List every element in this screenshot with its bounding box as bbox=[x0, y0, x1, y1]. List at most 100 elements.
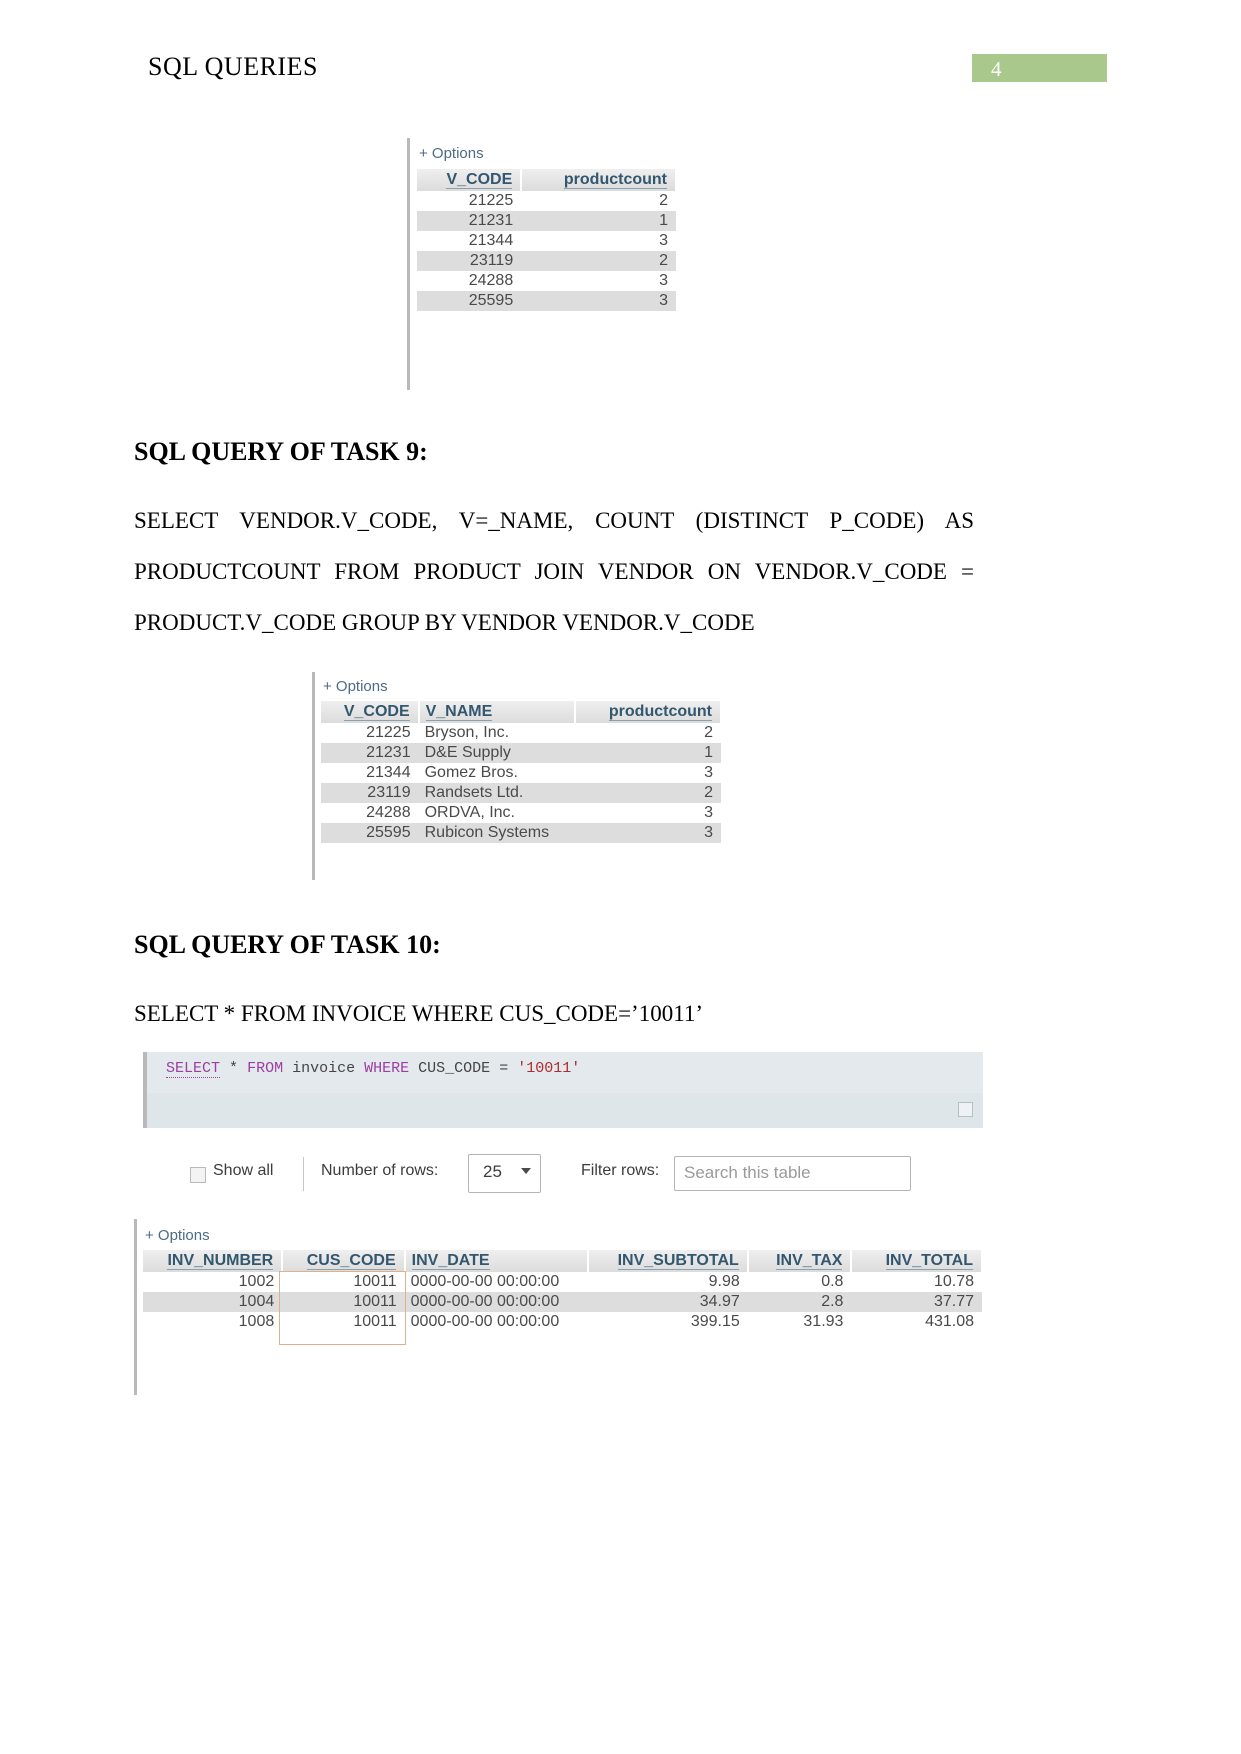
filter-rows-input[interactable]: Search this table bbox=[674, 1156, 911, 1191]
cell-productcount: 2 bbox=[575, 723, 721, 743]
cell-productcount: 3 bbox=[521, 271, 676, 291]
cell-v-code: 25595 bbox=[321, 823, 419, 843]
query-line: SELECT * FROM INVOICE WHERE CUS_CODE=’10… bbox=[134, 1001, 704, 1026]
options-link[interactable]: + Options bbox=[323, 678, 388, 695]
cell-inv-date: 0000-00-00 00:00:00 bbox=[404, 1272, 589, 1292]
sql-table-name: invoice bbox=[292, 1060, 356, 1077]
column-header-inv-date[interactable]: INV_DATE bbox=[404, 1250, 590, 1272]
table-header-row: V_CODE V_NAME productcount bbox=[321, 701, 722, 723]
column-header-inv-tax[interactable]: INV_TAX bbox=[747, 1250, 853, 1272]
table-row[interactable]: 21344 3 bbox=[417, 231, 676, 251]
sql-keyword-from: FROM bbox=[247, 1060, 284, 1077]
result-panel-2: + Options V_CODE V_NAME productcount 212… bbox=[312, 672, 722, 880]
table-row[interactable]: 23119 Randsets Ltd. 2 bbox=[321, 783, 721, 803]
sql-console-bar: SELECT * FROM invoice WHERE CUS_CODE = '… bbox=[143, 1052, 983, 1128]
cell-inv-subtotal: 399.15 bbox=[588, 1312, 748, 1332]
show-all-checkbox[interactable] bbox=[190, 1167, 206, 1183]
sql-column-name: CUS_CODE bbox=[418, 1060, 491, 1077]
cell-inv-number: 1004 bbox=[143, 1292, 283, 1312]
panel-left-rule bbox=[312, 672, 315, 880]
cell-v-code: 25595 bbox=[417, 291, 522, 311]
cell-v-code: 21231 bbox=[417, 211, 522, 231]
cell-productcount: 2 bbox=[575, 783, 721, 803]
query-line: SELECT VENDOR.V_CODE, V=_NAME, COUNT (DI… bbox=[134, 508, 974, 533]
filter-rows-placeholder: Search this table bbox=[684, 1163, 811, 1182]
column-header-v-code[interactable]: V_CODE bbox=[321, 701, 420, 723]
column-header-v-name[interactable]: V_NAME bbox=[418, 701, 577, 723]
cell-inv-total: 10.78 bbox=[851, 1272, 982, 1292]
column-header-productcount[interactable]: productcount bbox=[575, 701, 722, 723]
column-header-v-code[interactable]: V_CODE bbox=[417, 169, 523, 191]
table-row[interactable]: 21344 Gomez Bros. 3 bbox=[321, 763, 721, 783]
cell-inv-number: 1002 bbox=[143, 1272, 283, 1292]
cell-v-name: Randsets Ltd. bbox=[418, 783, 576, 803]
column-header-inv-total[interactable]: INV_TOTAL bbox=[851, 1250, 983, 1272]
cell-inv-tax: 0.8 bbox=[747, 1272, 852, 1292]
cell-inv-subtotal: 34.97 bbox=[588, 1292, 748, 1312]
cell-cus-code: 10011 bbox=[282, 1312, 405, 1332]
console-second-row bbox=[147, 1093, 983, 1128]
page-number-badge: 4 bbox=[972, 54, 1107, 82]
cell-v-name: D&E Supply bbox=[418, 743, 576, 763]
options-link[interactable]: + Options bbox=[419, 145, 484, 162]
table-row[interactable]: 1008 10011 0000-00-00 00:00:00 399.15 31… bbox=[143, 1312, 982, 1332]
number-of-rows-select[interactable]: 25 bbox=[468, 1154, 541, 1193]
page-header: SQL QUERIES 4 bbox=[0, 0, 1241, 96]
query-line: PRODUCT.V_CODE GROUP BY VENDOR VENDOR.V_… bbox=[134, 610, 755, 635]
cell-v-code: 24288 bbox=[321, 803, 419, 823]
cell-productcount: 3 bbox=[575, 803, 721, 823]
table-row[interactable]: 21231 1 bbox=[417, 211, 676, 231]
result-panel-1: + Options V_CODE productcount 21225 2 21… bbox=[407, 138, 677, 390]
column-header-inv-subtotal[interactable]: INV_SUBTOTAL bbox=[588, 1250, 749, 1272]
task9-heading: SQL QUERY OF TASK 9: bbox=[134, 437, 428, 466]
table-row[interactable]: 25595 Rubicon Systems 3 bbox=[321, 823, 721, 843]
cell-v-name: ORDVA, Inc. bbox=[418, 803, 576, 823]
table-row[interactable]: 21225 2 bbox=[417, 191, 676, 211]
cell-inv-date: 0000-00-00 00:00:00 bbox=[404, 1312, 589, 1332]
show-all-label[interactable]: Show all bbox=[213, 1162, 273, 1180]
sql-query-text[interactable]: SELECT * FROM invoice WHERE CUS_CODE = '… bbox=[166, 1060, 580, 1078]
cell-v-code: 21344 bbox=[417, 231, 522, 251]
sql-star: * bbox=[229, 1060, 239, 1077]
cell-v-code: 23119 bbox=[321, 783, 419, 803]
cell-inv-date: 0000-00-00 00:00:00 bbox=[404, 1292, 589, 1312]
table-row[interactable]: 1004 10011 0000-00-00 00:00:00 34.97 2.8… bbox=[143, 1292, 982, 1312]
cell-inv-tax: 2.8 bbox=[747, 1292, 852, 1312]
number-of-rows-label: Number of rows: bbox=[321, 1162, 439, 1179]
table-row[interactable]: 21231 D&E Supply 1 bbox=[321, 743, 721, 763]
panel-left-rule bbox=[134, 1219, 137, 1395]
cell-v-name: Gomez Bros. bbox=[418, 763, 576, 783]
cell-inv-total: 37.77 bbox=[851, 1292, 982, 1312]
sql-keyword-where: WHERE bbox=[364, 1060, 410, 1077]
cell-productcount: 3 bbox=[521, 291, 676, 311]
results-table-3: INV_NUMBER CUS_CODE INV_DATE INV_SUBTOTA… bbox=[143, 1250, 983, 1332]
table-row[interactable]: 25595 3 bbox=[417, 291, 676, 311]
results-table-2: V_CODE V_NAME productcount 21225 Bryson,… bbox=[321, 701, 722, 843]
controls-divider bbox=[303, 1157, 304, 1191]
cell-v-name: Rubicon Systems bbox=[418, 823, 576, 843]
column-header-cus-code[interactable]: CUS_CODE bbox=[282, 1250, 406, 1272]
cell-productcount: 3 bbox=[521, 231, 676, 251]
column-header-productcount[interactable]: productcount bbox=[521, 169, 677, 191]
number-of-rows-value: 25 bbox=[483, 1162, 502, 1181]
cell-v-code: 24288 bbox=[417, 271, 522, 291]
table-row[interactable]: 21225 Bryson, Inc. 2 bbox=[321, 723, 721, 743]
table-row[interactable]: 24288 ORDVA, Inc. 3 bbox=[321, 803, 721, 823]
table-row[interactable]: 24288 3 bbox=[417, 271, 676, 291]
cell-productcount: 3 bbox=[575, 823, 721, 843]
cell-cus-code: 10011 bbox=[282, 1272, 405, 1292]
cell-v-name: Bryson, Inc. bbox=[418, 723, 576, 743]
cell-productcount: 1 bbox=[521, 211, 676, 231]
cell-v-code: 21225 bbox=[321, 723, 419, 743]
cell-v-code: 21225 bbox=[417, 191, 522, 211]
table-row[interactable]: 23119 2 bbox=[417, 251, 676, 271]
cell-inv-total: 431.08 bbox=[851, 1312, 982, 1332]
column-header-inv-number[interactable]: INV_NUMBER bbox=[143, 1250, 284, 1272]
table-header-row: V_CODE productcount bbox=[417, 169, 677, 191]
cell-inv-tax: 31.93 bbox=[747, 1312, 852, 1332]
resize-handle-icon[interactable] bbox=[958, 1102, 973, 1117]
sql-operator-equals: = bbox=[499, 1060, 509, 1077]
table-row[interactable]: 1002 10011 0000-00-00 00:00:00 9.98 0.8 … bbox=[143, 1272, 982, 1292]
options-link[interactable]: + Options bbox=[145, 1227, 210, 1244]
table-header-row: INV_NUMBER CUS_CODE INV_DATE INV_SUBTOTA… bbox=[143, 1250, 983, 1272]
